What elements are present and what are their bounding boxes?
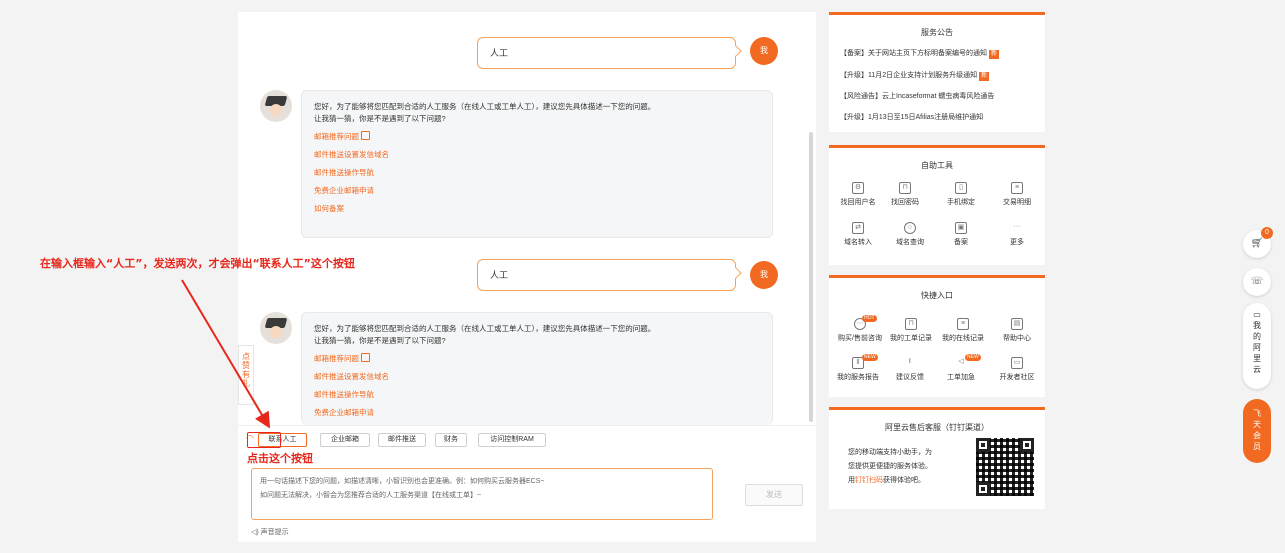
qr-code [976, 438, 1034, 496]
speaker-icon: ◁) [251, 529, 259, 536]
monitor-icon: ▭ [1253, 310, 1261, 319]
tool-find-username[interactable]: ⚙ 找回用户名 [832, 182, 884, 207]
my-aliyun-button[interactable]: ▭ 我的阿里云 [1243, 303, 1271, 389]
entry-help-center[interactable]: ▤ 帮助中心 [991, 318, 1043, 343]
tool-icp[interactable]: ▣ 备案 [935, 222, 987, 247]
user-avatar: 我 [750, 37, 778, 65]
bot-intro-line2: 让我猜一猜，你是不是遇到了以下问题? [314, 336, 446, 345]
entry-presale[interactable]: ⋯ HOT 购买/售前咨询 [832, 315, 888, 343]
more-icon: ··· [1013, 223, 1021, 230]
bot-message: 您好，为了能够将您匹配到合适的人工服务（在线人工或工单人工），建议您先具体描述一… [301, 312, 773, 425]
tool-more[interactable]: ··· 更多 [991, 222, 1043, 247]
clipboard-icon: ⊓ [905, 318, 917, 330]
voice-toggle[interactable]: ◁) 声音提示 [251, 527, 289, 537]
annotation-highlight-box [247, 432, 281, 448]
annotation-note-1: 在输入框输入“人工”，发送两次，才会弹出“联系人工”这个按钮 [40, 257, 355, 270]
tool-domain-query[interactable]: ○ 域名查询 [884, 222, 936, 247]
annotation-note-2: 点击这个按钮 [247, 452, 313, 465]
monitor-icon: ▭ [1011, 357, 1023, 369]
flying-member-button[interactable]: 飞天会员 [1243, 399, 1271, 463]
after-sales-title: 阿里云售后客服（钉钉渠道） [885, 423, 989, 432]
globe-icon: ○ [904, 222, 916, 234]
entry-dev-community[interactable]: ▭ 开发者社区 [991, 357, 1043, 382]
send-button[interactable]: 发送 [745, 484, 803, 506]
entry-online-records[interactable]: ≡ 我的在线记录 [935, 318, 991, 343]
input-placeholder-1: 用一句话描述下您的问题，如描述清晰，小智识别也会更准确。例：如何购买云服务器EC… [260, 478, 545, 485]
bot-link-mail-faq[interactable]: 邮箱推荐问题 [314, 131, 760, 143]
receipt-icon: ≡ [1011, 182, 1023, 194]
bot-link-push-domain[interactable]: 邮件推送设置发信域名 [314, 149, 760, 161]
chat-input[interactable]: 用一句话描述下您的问题，如描述清晰，小智识别也会更准确。例：如何购买云服务器EC… [251, 468, 713, 520]
phone-icon: ☏ [1250, 276, 1264, 287]
user-message: 人工 [477, 37, 736, 69]
user-message-text: 人工 [490, 270, 509, 280]
announcement-card: 服务公告 【备案】关于网站主页下方标明备案编号的通知新 【升级】11月2日企业支… [829, 12, 1045, 132]
dingtalk-link[interactable]: 钉钉扫码 [855, 477, 883, 484]
bot-avatar [260, 312, 292, 344]
lock-icon: ⊓ [899, 182, 911, 194]
book-icon: ▤ [1011, 318, 1023, 330]
new-badge: 新 [979, 72, 990, 81]
cart-icon: 🛒︎ [1250, 238, 1264, 249]
cart-count-badge: 0 [1261, 227, 1273, 239]
hot-icon [361, 353, 370, 362]
new-badge: NEW [862, 354, 878, 361]
tool-domain-transfer[interactable]: ⇄ 域名转入 [832, 222, 884, 247]
transfer-icon: ⇄ [852, 222, 864, 234]
quick-enterprise-mail[interactable]: 企业邮箱 [320, 433, 370, 447]
bot-message: 您好，为了能够将您匹配到合适的人工服务（在线人工或工单人工），建议您先具体描述一… [301, 90, 773, 238]
phone-button[interactable]: ☏ [1243, 268, 1271, 296]
chat-scrollbar[interactable] [809, 132, 813, 422]
quick-mail-push[interactable]: 邮件推送 [378, 433, 426, 447]
side-tab-like-gift[interactable]: 点赞有礼 [238, 345, 254, 405]
bot-intro-line1: 您好，为了能够将您匹配到合适的人工服务（在线人工或工单人工），建议您先具体描述一… [314, 324, 656, 333]
quick-bar: ◠ 联系人工 企业邮箱 邮件推送 财务 访问控制RAM [238, 425, 816, 453]
quick-finance[interactable]: 财务 [435, 433, 467, 447]
id-card-icon: ▣ [955, 222, 967, 234]
announcement-title: 服务公告 [921, 28, 953, 37]
bot-link-push-nav[interactable]: 邮件推送操作导航 [314, 167, 760, 179]
announcement-item[interactable]: 【升级】1月13日至15日Afilias注册局维护通知 [840, 113, 983, 123]
bot-avatar [260, 90, 292, 122]
user-message: 人工 [477, 259, 736, 291]
document-icon: ≡ [957, 318, 969, 330]
announcement-item[interactable]: 【风险通告】云上Incaseformat 蠕虫病毒风险通告 [840, 92, 994, 102]
entry-service-report[interactable]: ⫴ NEW 我的服务报告 [832, 354, 884, 382]
announcement-item[interactable]: 【升级】11月2日企业支持计划服务升级通知新 [840, 71, 990, 81]
bot-link-free-mail[interactable]: 免费企业邮箱申请 [314, 185, 760, 197]
user-message-text: 人工 [490, 48, 509, 58]
input-placeholder-2: 如问题无法解决，小智会为您推荐合适的人工服务渠道【在线或工单】~ [260, 492, 482, 499]
entry-my-tickets[interactable]: ⊓ 我的工单记录 [883, 318, 939, 343]
user-avatar: 我 [750, 261, 778, 289]
after-sales-text: 您的移动端支持小助手，为 您提供更便捷的服务体验。 用钉钉扫码获得体验吧。 [848, 449, 932, 484]
bot-intro-line1: 您好，为了能够将您匹配到合适的人工服务（在线人工或工单人工），建议您先具体描述一… [314, 102, 656, 111]
new-badge: 新 [989, 50, 1000, 59]
bot-link-free-mail[interactable]: 免费企业邮箱申请 [314, 407, 760, 419]
tool-phone-bind[interactable]: ▯ 手机绑定 [935, 182, 987, 207]
phone-icon: ▯ [955, 182, 967, 194]
bulb-icon: ℓ [908, 358, 912, 365]
quick-ram[interactable]: 访问控制RAM [478, 433, 546, 447]
bot-link-mail-faq[interactable]: 邮箱推荐问题 [314, 353, 760, 365]
new-badge: NEW [965, 354, 981, 361]
bot-link-push-nav[interactable]: 邮件推送操作导航 [314, 389, 760, 401]
quick-entry-title: 快捷入口 [921, 291, 953, 300]
announcement-item[interactable]: 【备案】关于网站主页下方标明备案编号的通知新 [840, 49, 1000, 59]
bot-link-icp[interactable]: 如何备案 [314, 203, 760, 215]
tool-find-password[interactable]: ⊓ 找回密码 [879, 182, 931, 207]
hot-icon [361, 131, 370, 140]
tool-transactions[interactable]: ≡ 交易明细 [991, 182, 1043, 207]
bot-intro-line2: 让我猜一猜，你是不是遇到了以下问题? [314, 114, 446, 123]
entry-feedback[interactable]: ℓ 建议反馈 [884, 357, 936, 382]
self-service-title: 自助工具 [921, 161, 953, 170]
gear-icon: ⚙ [852, 182, 864, 194]
entry-urgent[interactable]: ◁ NEW 工单加急 [935, 354, 987, 382]
hot-badge: HOT [862, 315, 877, 322]
bot-link-push-domain[interactable]: 邮件推送设置发信域名 [314, 371, 760, 383]
